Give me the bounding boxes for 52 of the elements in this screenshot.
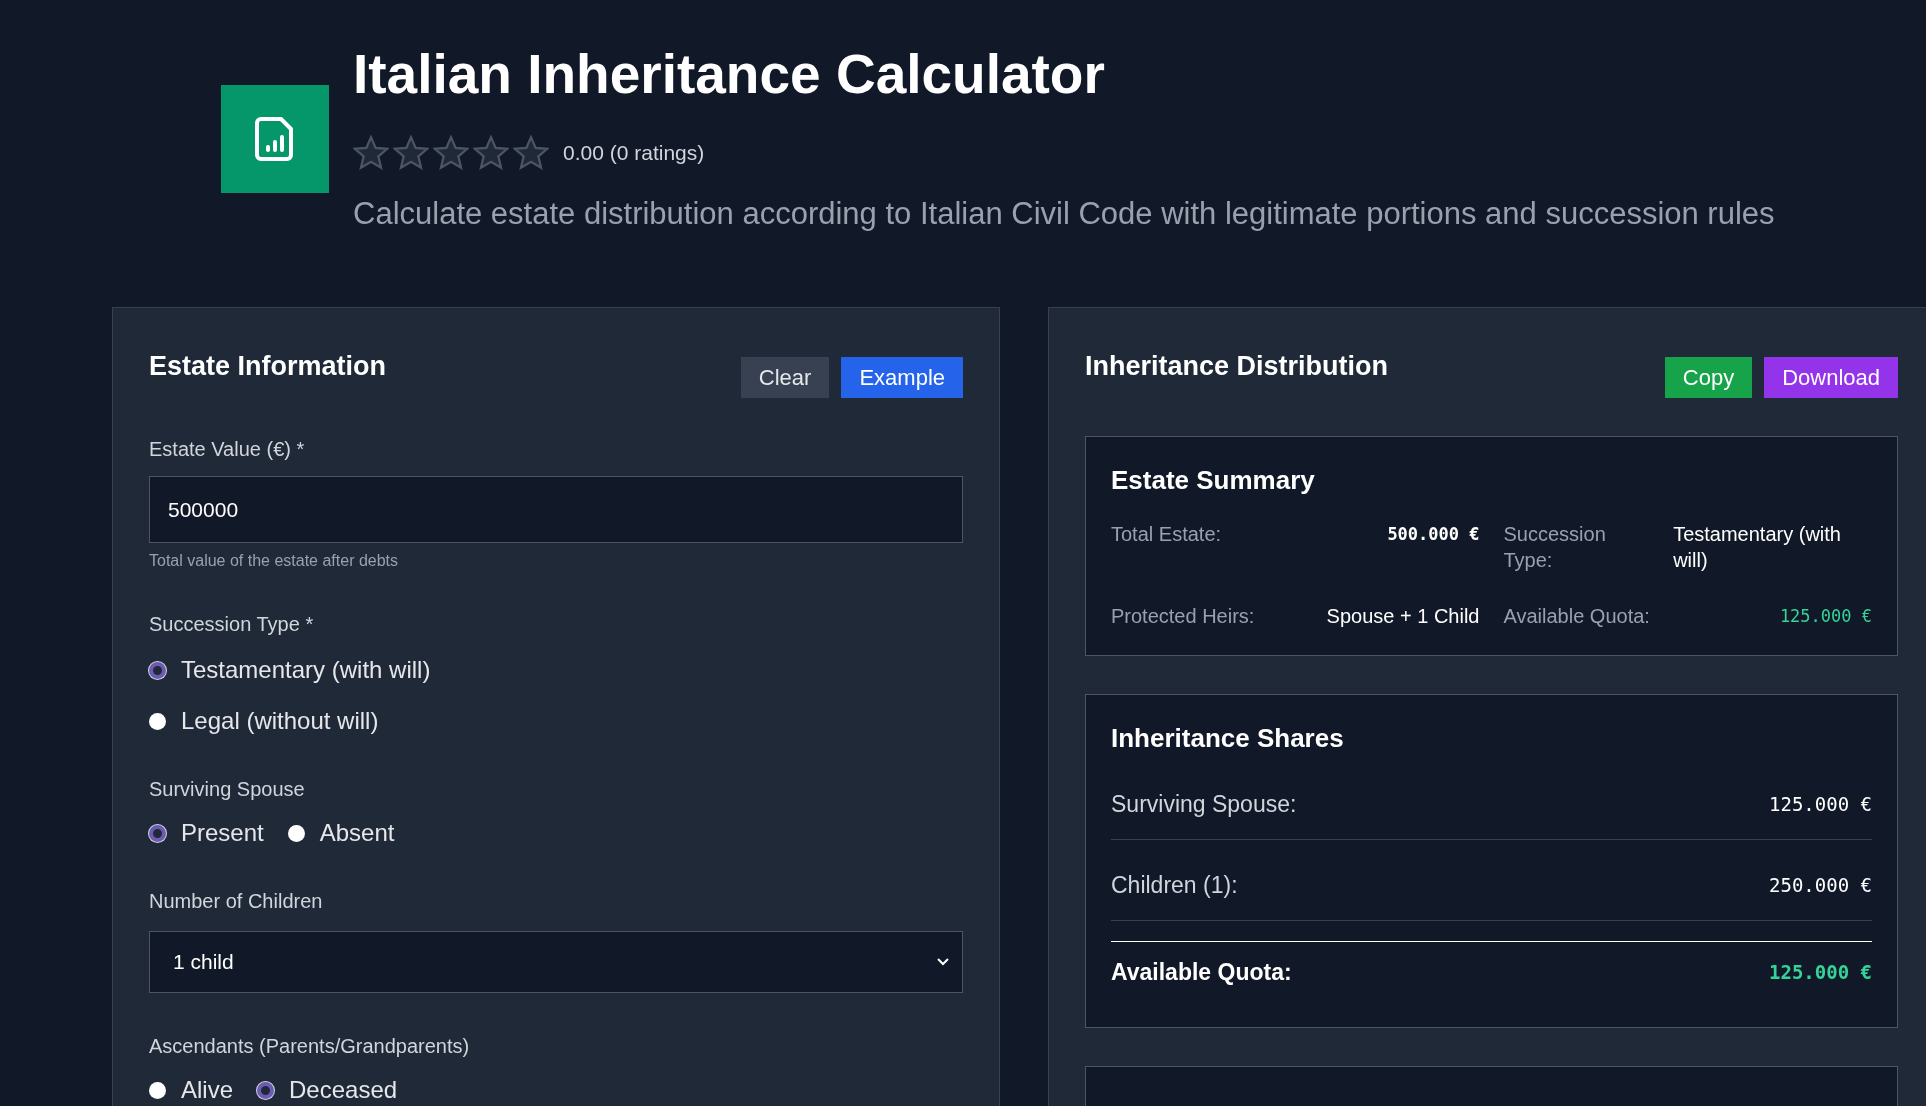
summary-value: 500.000 €	[1387, 523, 1480, 546]
panel-title: Estate Information	[149, 350, 387, 383]
field-label: Estate Value (€) *	[149, 437, 306, 462]
radio-button[interactable]	[149, 1081, 166, 1099]
share-amount: 250.000 €	[1769, 873, 1872, 898]
summary-value: Spouse + 1 Child	[1326, 604, 1480, 629]
share-label: Surviving Spouse:	[1111, 790, 1297, 819]
option-label: Deceased	[289, 1075, 398, 1105]
radio-button[interactable]	[287, 824, 305, 842]
radio-button[interactable]	[257, 1081, 275, 1099]
card-title: Inheritance Shares	[1111, 722, 1345, 754]
option-label: Testamentary (with will)	[181, 655, 431, 685]
estate-value-input[interactable]: 500000	[149, 476, 963, 543]
summary-label: Total Estate:	[1111, 522, 1222, 547]
card-title: Estate Summary	[1111, 464, 1316, 496]
field-label: Succession Type *	[149, 612, 315, 637]
panel-title: Inheritance Distribution	[1085, 350, 1389, 383]
page-description: Calculate estate distribution according to Italian Civil Code with legitimate portions and succession rules	[353, 196, 1775, 232]
radio-option[interactable]: Testamentary (with will)	[149, 655, 963, 685]
option-label: Alive	[181, 1075, 234, 1105]
field-label: Ascendants (Parents/Grandparents)	[149, 1034, 471, 1059]
summary-value: Testamentary (with will)	[1673, 522, 1842, 573]
action-button[interactable]: Example	[841, 357, 963, 398]
radio-option[interactable]: Present	[149, 818, 264, 848]
field-hint: Total value of the estate after debts	[149, 551, 400, 571]
children-select[interactable]: 1 child	[149, 931, 963, 993]
summary-label: Available Quota:	[1503, 604, 1650, 629]
radio-option[interactable]: Absent	[287, 818, 395, 848]
action-button[interactable]: Clear	[740, 357, 830, 398]
radio-button[interactable]	[149, 712, 166, 730]
field-label: Surviving Spouse	[149, 777, 306, 802]
share-label: Children (1):	[1111, 871, 1238, 900]
option-label: Legal (without will)	[181, 706, 379, 736]
radio-option[interactable]: Deceased	[257, 1075, 398, 1105]
share-amount: 125.000 €	[1769, 792, 1872, 817]
total-amount: 125.000 €	[1769, 960, 1872, 985]
total-label: Available Quota:	[1111, 958, 1292, 987]
summary-value: 125.000 €	[1779, 605, 1872, 628]
page-title: Italian Inheritance Calculator	[353, 44, 1106, 104]
radio-option[interactable]: Legal (without will)	[149, 706, 963, 736]
radio-button[interactable]	[149, 661, 166, 679]
rating-text: 0.00 (0 ratings)	[563, 140, 705, 167]
field-label: Number of Children	[149, 889, 324, 914]
radio-option[interactable]: Alive	[149, 1075, 234, 1105]
chevron-down-icon	[936, 957, 950, 967]
document-chart-icon	[221, 85, 329, 193]
summary-label: Protected Heirs:	[1111, 604, 1255, 629]
option-label: Present	[181, 818, 264, 848]
summary-label: Succession Type:	[1503, 522, 1607, 573]
radio-button[interactable]	[149, 824, 166, 842]
option-label: Absent	[319, 818, 395, 848]
action-button[interactable]: Download	[1764, 357, 1898, 398]
